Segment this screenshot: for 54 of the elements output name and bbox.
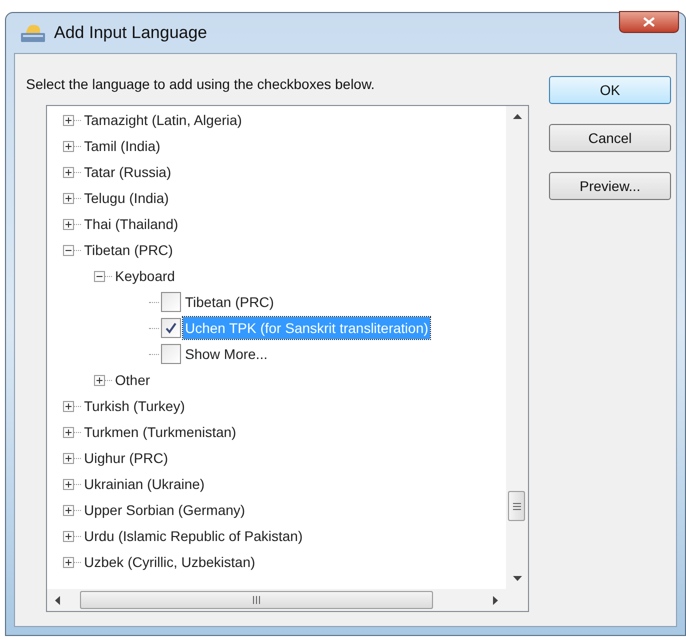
close-icon [643,17,655,27]
tree-item[interactable]: Thai (Thailand) [84,214,178,234]
expand-icon[interactable] [63,140,74,152]
expand-icon[interactable] [63,192,74,204]
close-button[interactable] [619,11,679,33]
horizontal-scrollbar[interactable] [47,589,506,611]
tree-item[interactable]: Other [115,370,150,390]
tree-item[interactable]: Turkish (Turkey) [84,396,185,416]
expand-icon[interactable] [63,114,74,126]
scroll-up-icon[interactable] [512,114,522,119]
dialog-button[interactable]: Preview... [549,172,671,200]
tree-item[interactable]: Upper Sorbian (Germany) [84,500,246,520]
tree-item[interactable]: Tatar (Russia) [84,162,172,182]
checkbox[interactable] [161,292,181,312]
expand-icon[interactable] [63,166,74,178]
tree-item[interactable]: Keyboard [115,266,175,286]
tree-item[interactable]: Show More... [183,343,270,365]
tree-item[interactable]: Tamazight (Latin, Algeria) [84,110,242,130]
tree-item[interactable]: Turkmen (Turkmenistan) [84,422,236,442]
scroll-right-icon[interactable] [493,596,498,604]
grip-icon [253,596,260,604]
expand-icon[interactable] [63,452,74,464]
scroll-down-icon[interactable] [512,576,522,581]
instruction-text: Select the language to add using the checkboxes below. [26,75,376,94]
expand-icon[interactable] [63,556,74,568]
checkbox[interactable] [161,318,181,338]
grip-icon [512,502,520,510]
expand-icon[interactable] [63,504,74,516]
dialog-button[interactable]: Cancel [549,124,671,152]
expand-icon[interactable] [63,426,74,438]
expand-icon[interactable] [63,218,74,230]
scroll-thumb[interactable] [80,591,433,609]
checkmark-icon [165,322,177,334]
keyboard-globe-icon [20,22,46,44]
expand-icon[interactable] [63,400,74,412]
tree-item[interactable]: Telugu (India) [84,188,169,208]
expand-icon[interactable] [94,374,105,386]
tree-item[interactable]: Uzbek (Cyrillic, Uzbekistan) [84,552,256,572]
collapse-icon[interactable] [63,244,74,256]
scroll-thumb[interactable] [508,491,525,521]
tree-item[interactable]: Tibetan (PRC) [84,240,173,260]
tree-item[interactable]: Urdu (Islamic Republic of Pakistan) [84,526,303,546]
expand-icon[interactable] [63,530,74,542]
collapse-icon[interactable] [94,270,105,282]
tree-item[interactable]: Tibetan (PRC) [183,291,276,313]
vertical-scrollbar[interactable] [506,106,528,589]
scroll-left-icon[interactable] [55,596,60,604]
tree-item[interactable]: Uighur (PRC) [84,448,168,468]
tree-item[interactable]: Ukrainian (Ukraine) [84,474,205,494]
checkbox[interactable] [161,344,181,364]
tree-item[interactable]: Tamil (India) [84,136,160,156]
expand-icon[interactable] [63,478,74,490]
window-title: Add Input Language [54,22,208,44]
dialog-button[interactable]: OK [549,76,671,104]
